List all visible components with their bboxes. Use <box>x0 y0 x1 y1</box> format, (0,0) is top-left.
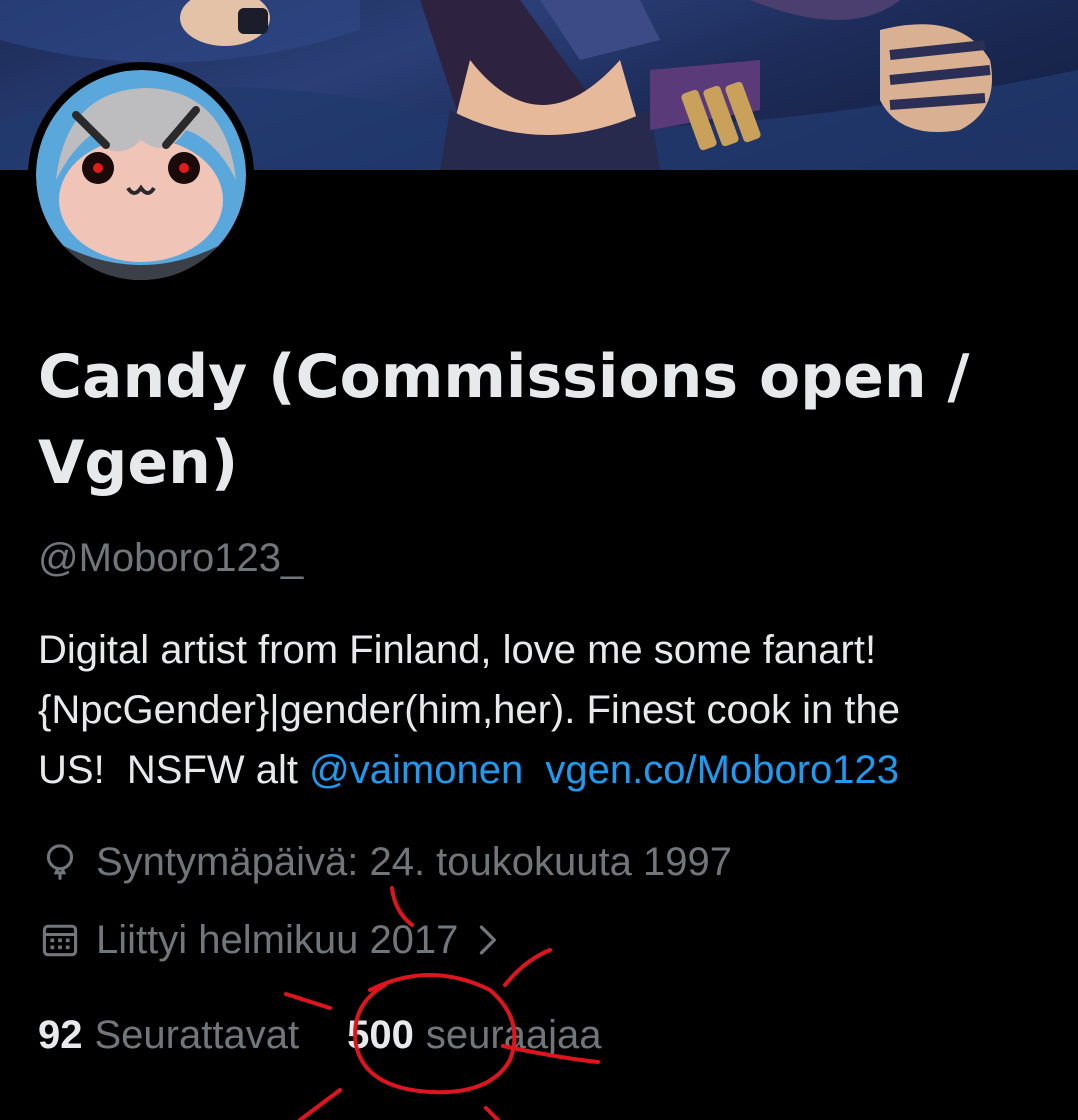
followers-count: 500 <box>347 1012 414 1057</box>
profile-bio: Digital artist from Finland, love me som… <box>38 620 1048 800</box>
following-count: 92 <box>38 1012 83 1057</box>
following-link[interactable]: 92 Seurattavat <box>38 1013 299 1058</box>
website-link[interactable]: vgen.co/Moboro123 <box>545 748 899 792</box>
calendar-icon <box>42 924 78 957</box>
followers-label: seuraajaa <box>425 1012 602 1057</box>
joined-row[interactable]: Liittyi helmikuu 2017 <box>38 914 502 966</box>
avatar-image <box>36 70 246 280</box>
followers-link[interactable]: 500 seuraajaa <box>347 1013 601 1058</box>
balloon-icon <box>46 844 74 880</box>
bio-line: {NpcGender}|gender(him,her). Finest cook… <box>38 688 900 732</box>
avatar[interactable] <box>28 62 254 288</box>
chevron-right-icon[interactable] <box>472 918 502 962</box>
birthday-row: Syntymäpäivä: 24. toukokuuta 1997 <box>38 836 732 888</box>
birthday-text: Syntymäpäivä: 24. toukokuuta 1997 <box>96 839 732 884</box>
username-handle: @Moboro123_ <box>38 536 304 580</box>
display-name: Candy (Commissions open / Vgen) <box>38 342 970 498</box>
follow-stats: 92 Seurattavat 500 seuraajaa <box>38 1008 602 1062</box>
bio-line: US! NSFW alt @vaimonen vgen.co/Moboro123 <box>38 740 1048 800</box>
bio-text: US! NSFW alt <box>38 748 310 792</box>
bio-line: Digital artist from Finland, love me som… <box>38 628 877 672</box>
joined-text: Liittyi helmikuu 2017 <box>96 917 459 962</box>
mention-link[interactable]: @vaimonen <box>309 748 523 792</box>
following-label: Seurattavat <box>94 1012 300 1057</box>
